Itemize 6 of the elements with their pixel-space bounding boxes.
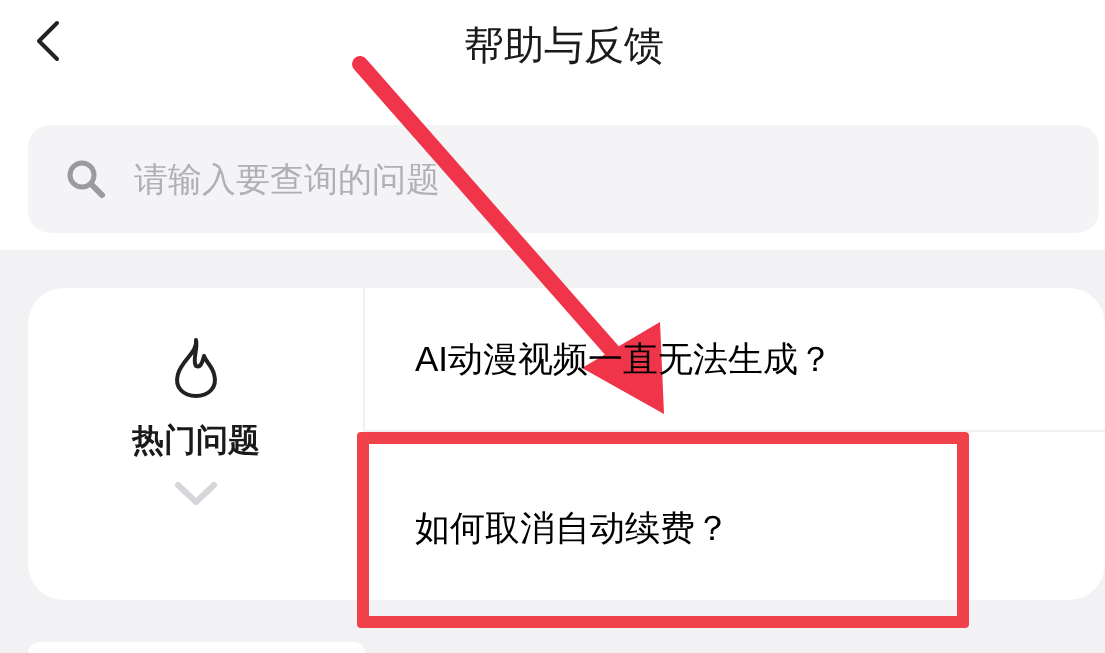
- question-item[interactable]: 如何取消自动续费？: [369, 444, 957, 612]
- chevron-icon: [173, 480, 218, 506]
- page-title: 帮助与反馈: [463, 22, 664, 69]
- search-field[interactable]: 请输入要查询的问题: [28, 125, 1099, 233]
- section-label: 热门问题: [131, 421, 260, 460]
- search-input[interactable]: 请输入要查询的问题: [132, 152, 932, 206]
